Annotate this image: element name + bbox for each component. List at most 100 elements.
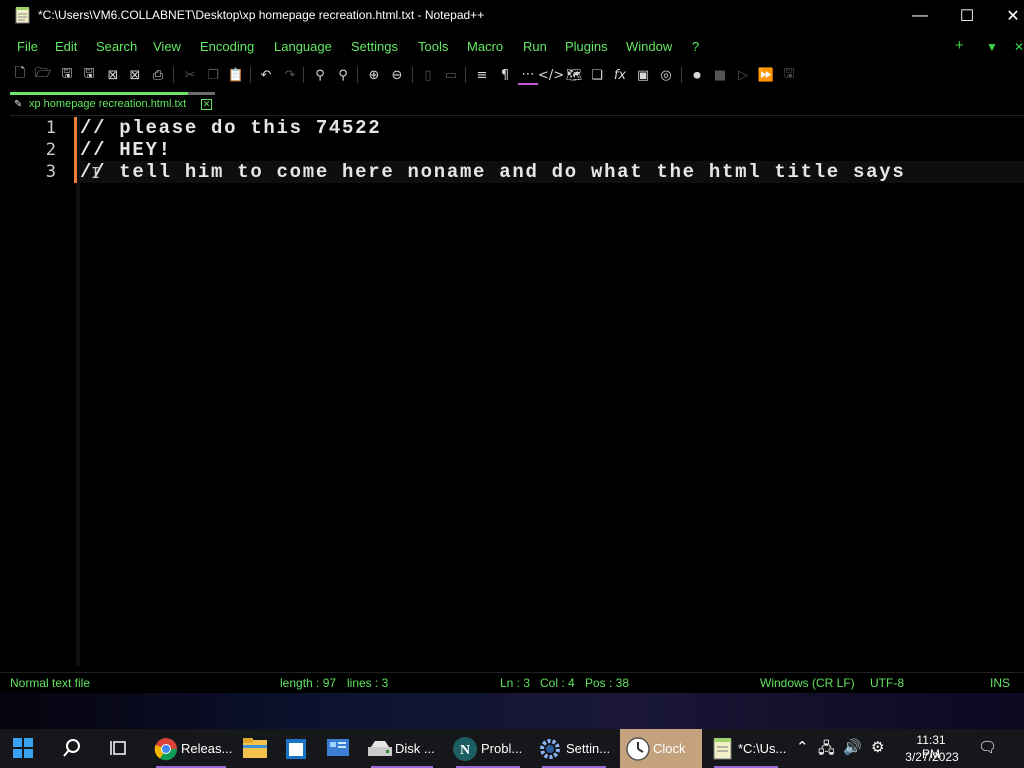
close-doc-icon[interactable]: ✕ [1014,40,1024,54]
stop-recording-icon[interactable]: ■ [710,65,730,85]
record-macro-icon[interactable]: ⏺ [687,65,707,85]
sync-vertical-icon[interactable]: ▯ [418,65,438,85]
tab-list-icon[interactable]: ▼ [986,40,998,54]
text-area[interactable]: // please do this 74522 // HEY! // tell … [80,116,1024,666]
status-encoding[interactable]: UTF-8 [870,676,904,690]
undo-icon[interactable]: ↶ [256,65,276,85]
line-number-gutter: 1 2 3 [10,116,76,666]
task-view-button[interactable] [106,735,132,761]
title-bar: *C:\Users\VM6.COLLABNET\Desktop\xp homep… [0,0,1024,32]
save-macro-icon[interactable]: 🖫 [779,65,799,85]
cut-icon[interactable]: ✂ [180,65,200,85]
save-all-icon[interactable]: 🖫 [79,65,99,85]
function-list-icon[interactable]: fx [610,65,630,85]
word-wrap-icon[interactable]: ≡ [472,65,492,85]
toolbar-separator [412,67,413,83]
close-all-icon[interactable]: ⊠ [125,65,145,85]
add-tab-icon[interactable]: + [955,37,964,54]
print-icon[interactable]: ⎙ [148,65,168,85]
notification-icon[interactable]: 🗨 [978,738,997,756]
menu-macro[interactable]: Macro [467,39,503,54]
chevron-up-icon[interactable]: ⌃ [796,738,809,756]
maximize-icon: ☐ [959,8,975,25]
editor[interactable]: 1 2 3 // please do this 74522 // HEY! //… [10,115,1024,666]
taskbar-label: Releas... [181,741,233,756]
taskbar-app-control-panel[interactable] [324,729,352,768]
close-icon: ✕ [1006,8,1020,25]
taskbar-app-notepad[interactable] [282,729,310,768]
save-icon[interactable]: 🖫 [57,65,77,85]
play-macro-icon[interactable]: ▷ [733,65,753,85]
menu-language[interactable]: Language [274,39,332,54]
taskbar-app-chrome[interactable]: Releas... [148,729,234,768]
start-button[interactable] [10,735,36,761]
show-all-chars-icon[interactable]: ¶ [495,65,515,85]
tab-label[interactable]: xp homepage recreation.html.txt [29,98,186,110]
indent-guide-icon[interactable]: ⋯ [518,65,538,85]
taskbar: Releas... Disk ... N Probl... Settin... … [0,729,1024,768]
taskbar-app-clock[interactable]: Clock [620,729,702,768]
sync-horizontal-icon[interactable]: ▭ [441,65,461,85]
menu-window[interactable]: Window [626,39,672,54]
close-icon[interactable]: ⊠ [103,65,123,85]
taskbar-app-disk[interactable]: Disk ... [363,729,441,768]
network-icon[interactable]: 🖧 [818,738,835,763]
line-number: 3 [45,162,56,182]
open-file-icon[interactable]: 🗁 [33,65,53,85]
xml-tag-icon[interactable]: </> [538,65,564,85]
minimize-button[interactable]: — [897,0,943,32]
status-mode[interactable]: INS [990,676,1010,690]
status-col: Col : 4 [540,676,575,690]
menu-file[interactable]: File [17,39,38,54]
status-file-type: Normal text file [10,676,91,690]
notepad-icon [286,739,306,759]
redo-icon[interactable]: ↷ [280,65,300,85]
run-macro-multiple-icon[interactable]: ⏩ [756,65,776,85]
status-bar: Normal text file length : 97 lines : 3 L… [0,672,1024,692]
status-lines: lines : 3 [347,676,389,690]
line-number: 2 [45,140,56,160]
toolbar-separator [250,67,251,83]
taskbar-app-notepadpp[interactable]: *C:\Us... [706,729,786,768]
status-pos: Pos : 38 [585,676,630,690]
status-eol[interactable]: Windows (CR LF) [760,676,855,690]
menu-plugins[interactable]: Plugins [565,39,608,54]
toolbar: 🗋 🗁 🖫 🖫 ⊠ ⊠ ⎙ ✂ ❐ 📋 ↶ ↷ ⚲ ⚲ ⊕ ⊖ ▯ ▭ ≡ ¶ … [0,62,1024,88]
notepadpp-app-icon[interactable] [14,6,32,24]
editor-line-current: // tell him to come here noname and do w… [80,161,1024,183]
taskbar-app-settings[interactable]: Settin... [534,729,614,768]
tab-active-indicator [10,92,188,95]
menu-view[interactable]: View [153,39,181,54]
paste-icon[interactable]: 📋 [226,65,246,85]
new-file-icon[interactable]: 🗋 [10,65,30,85]
zoom-out-icon[interactable]: ⊖ [387,65,407,85]
pencil-icon: ✎ [14,99,23,110]
menu-settings[interactable]: Settings [351,39,398,54]
copy-icon[interactable]: ❐ [203,65,223,85]
replace-icon[interactable]: ⚲ [333,65,353,85]
folder-as-workspace-icon[interactable]: ▣ [633,65,653,85]
zoom-in-icon[interactable]: ⊕ [364,65,384,85]
document-map-icon[interactable]: 🗺 [564,65,584,85]
menu-search[interactable]: Search [96,39,137,54]
menu-help[interactable]: ? [692,39,699,54]
close-window-button[interactable]: ✕ [990,0,1024,32]
gear-icon[interactable]: ⚙ [871,738,884,756]
menu-tools[interactable]: Tools [418,39,448,54]
volume-icon[interactable]: 🔊 [843,738,862,756]
monitoring-icon[interactable]: ◎ [656,65,676,85]
menu-run[interactable]: Run [523,39,547,54]
taskbar-app-problems[interactable]: N Probl... [448,729,528,768]
clock-date[interactable]: 3/27/2023 [900,750,964,764]
taskbar-label: Settin... [566,741,611,756]
maximize-button[interactable]: ☐ [944,0,990,32]
document-list-icon[interactable]: ❏ [587,65,607,85]
window-title: *C:\Users\VM6.COLLABNET\Desktop\xp homep… [38,8,485,22]
find-icon[interactable]: ⚲ [310,65,330,85]
search-button[interactable] [59,735,85,761]
app-n-icon: N [453,737,477,761]
menu-edit[interactable]: Edit [55,39,77,54]
tab-close-icon[interactable]: ✕ [201,99,212,110]
taskbar-app-explorer[interactable] [240,729,270,768]
menu-encoding[interactable]: Encoding [200,39,254,54]
